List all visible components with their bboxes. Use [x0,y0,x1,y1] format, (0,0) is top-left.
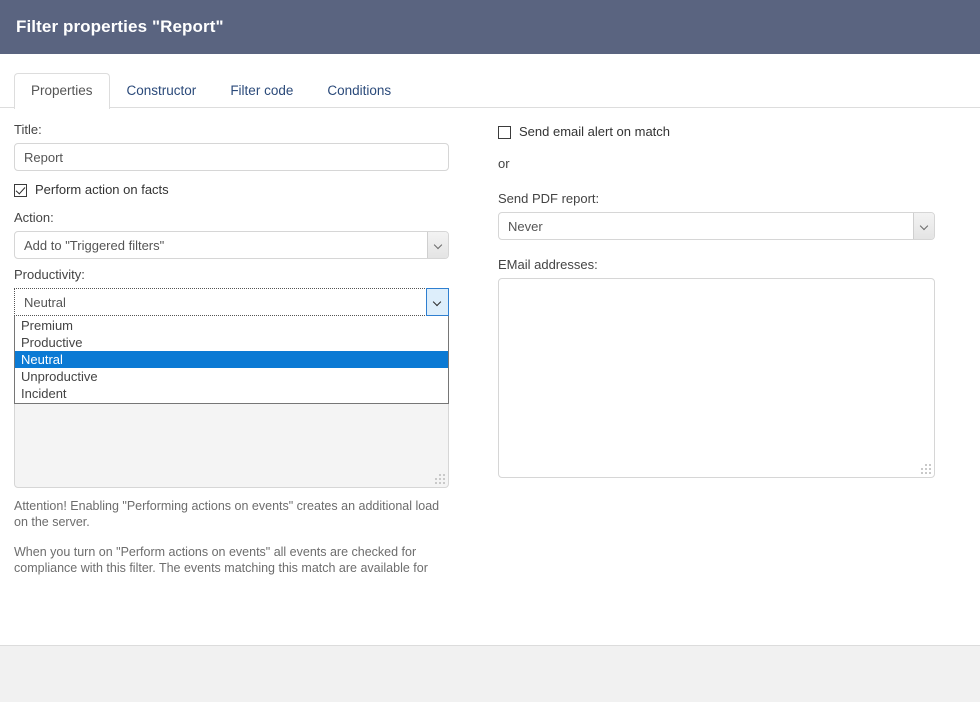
filter-properties-window: Filter properties "Report" Properties Co… [0,0,980,702]
send-email-label[interactable]: Send email alert on match [519,124,670,140]
tab-properties[interactable]: Properties [14,73,110,109]
perform-action-checkbox-row[interactable]: Perform action on facts [14,182,449,198]
email-addresses-textarea[interactable] [498,278,935,478]
note-explanation: When you turn on "Perform actions on eve… [14,544,449,576]
option-neutral[interactable]: Neutral [15,351,448,368]
spacer [14,259,449,267]
dialog-footer-bar [0,645,980,702]
send-pdf-field-label: Send PDF report: [498,191,935,207]
perform-action-label[interactable]: Perform action on facts [35,182,169,198]
tab-constructor-label: Constructor [127,83,197,98]
title-field-label: Title: [14,122,449,138]
chevron-down-icon[interactable] [427,232,448,258]
or-separator-label: or [498,156,935,172]
productivity-option-list[interactable]: Premium Productive Neutral Unproductive … [14,316,449,404]
tab-filter-code-label: Filter code [230,83,293,98]
send-pdf-select[interactable]: Never [498,212,935,240]
email-addresses-field-label: EMail addresses: [498,257,935,273]
option-productive[interactable]: Productive [15,334,448,351]
option-unproductive[interactable]: Unproductive [15,368,448,385]
productivity-field-label: Productivity: [14,267,449,283]
tab-properties-label: Properties [31,83,93,98]
right-column: Send email alert on match or Send PDF re… [498,122,935,576]
spacer [498,177,935,191]
form-columns: Title: Perform action on facts Action: A… [0,108,980,576]
productivity-select[interactable]: Neutral [14,288,449,316]
spacer [14,198,449,210]
left-column: Title: Perform action on facts Action: A… [14,122,449,576]
chevron-down-icon[interactable] [913,213,934,239]
tab-conditions[interactable]: Conditions [310,73,408,108]
spacer [498,240,935,257]
window-titlebar: Filter properties "Report" [0,0,980,54]
send-email-checkbox[interactable] [498,126,511,139]
action-field-label: Action: [14,210,449,226]
tab-conditions-label: Conditions [327,83,391,98]
resize-grip-icon[interactable] [921,464,931,474]
note-attention: Attention! Enabling "Performing actions … [14,498,449,530]
tab-filter-code[interactable]: Filter code [213,73,310,108]
productivity-select-wrapper: Neutral Premium Productive Neutral Unpro… [14,288,449,316]
option-premium[interactable]: Premium [15,317,448,334]
option-incident[interactable]: Incident [15,385,448,402]
chevron-down-icon[interactable] [426,288,449,316]
window-title: Filter properties "Report" [16,17,224,37]
form-content-area: Title: Perform action on facts Action: A… [0,108,980,702]
tab-constructor[interactable]: Constructor [110,73,214,108]
spacer [498,140,935,156]
perform-action-checkbox[interactable] [14,184,27,197]
send-pdf-select-value: Never [499,219,913,234]
productivity-select-value: Neutral [15,295,426,310]
column-gap [449,122,498,576]
send-email-checkbox-row[interactable]: Send email alert on match [498,124,935,140]
title-input[interactable] [14,143,449,171]
resize-grip-icon[interactable] [435,474,445,484]
tab-bar: Properties Constructor Filter code Condi… [0,54,980,108]
action-select-value: Add to "Triggered filters" [15,238,427,253]
action-select[interactable]: Add to "Triggered filters" [14,231,449,259]
